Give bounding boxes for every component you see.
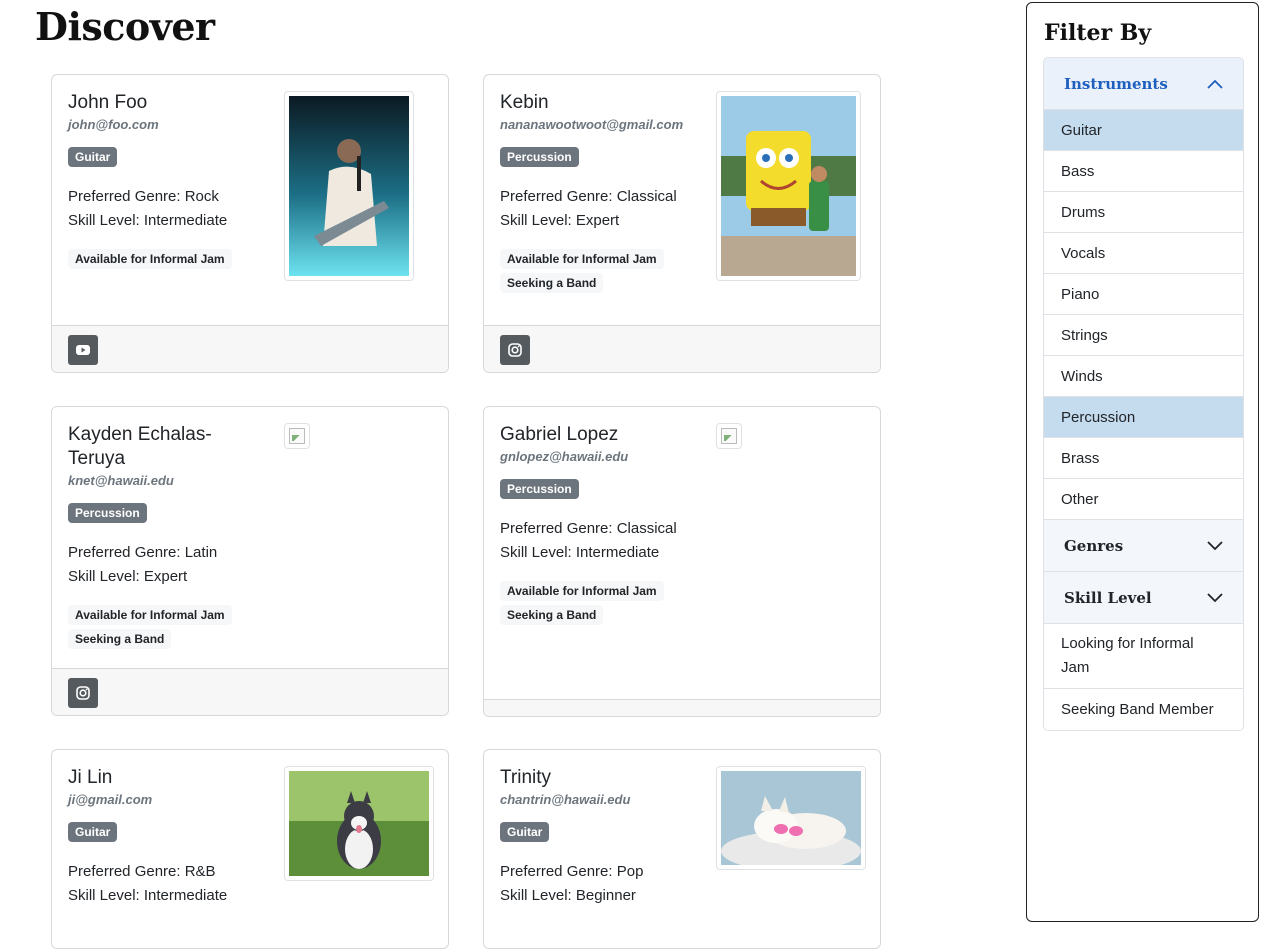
instagram-icon xyxy=(508,343,522,357)
musician-email: chantrin@hawaii.edu xyxy=(500,792,631,807)
filter-option-seeking-band[interactable]: Seeking Band Member xyxy=(1044,689,1243,730)
skill-level: Skill Level: Intermediate xyxy=(68,212,228,229)
instrument-option-piano[interactable]: Piano xyxy=(1044,274,1243,315)
skill-level: Skill Level: Intermediate xyxy=(68,887,228,904)
card-body: Kebin nananawootwoot@gmail.com Percussio… xyxy=(484,75,880,325)
instrument-option-other[interactable]: Other xyxy=(1044,479,1243,520)
card-body: Ji Lin ji@gmail.com Guitar Preferred Gen… xyxy=(52,750,448,920)
musician-name: Ji Lin xyxy=(68,767,113,788)
musician-email: knet@hawaii.edu xyxy=(68,473,174,488)
skill-level-label: Skill Level xyxy=(1064,588,1152,607)
card-body: Trinity chantrin@hawaii.edu Guitar Prefe… xyxy=(484,750,880,920)
instrument-option-strings[interactable]: Strings xyxy=(1044,315,1243,356)
chevron-down-icon xyxy=(1207,592,1223,602)
instrument-badge: Percussion xyxy=(500,147,579,167)
broken-image-icon xyxy=(289,428,305,444)
filter-panel: Filter By Instruments Guitar Bass Drums … xyxy=(1026,2,1259,922)
page-title: Discover xyxy=(35,4,215,49)
musician-card: Ji Lin ji@gmail.com Guitar Preferred Gen… xyxy=(51,749,449,949)
tag-informal-jam: Available for Informal Jam xyxy=(68,605,232,625)
preferred-genre: Preferred Genre: Pop xyxy=(500,863,644,880)
musician-name: John Foo xyxy=(68,92,148,113)
musician-name: Kebin xyxy=(500,92,549,113)
white-dog-sunglasses-photo xyxy=(721,771,861,865)
skill-level: Skill Level: Beginner xyxy=(500,887,636,904)
musician-name: Gabriel Lopez xyxy=(500,424,619,445)
filter-option-informal-jam[interactable]: Looking for Informal Jam xyxy=(1044,624,1243,689)
instrument-badge: Percussion xyxy=(68,503,147,523)
guitarist-photo xyxy=(289,96,409,276)
instrument-option-bass[interactable]: Bass xyxy=(1044,151,1243,192)
chevron-down-icon xyxy=(1207,540,1223,550)
instrument-option-drums[interactable]: Drums xyxy=(1044,192,1243,233)
card-footer xyxy=(52,325,448,372)
genres-accordion-header[interactable]: Genres xyxy=(1044,520,1243,572)
informal-jam-label: Looking for Informal Jam xyxy=(1061,635,1194,676)
instagram-button[interactable] xyxy=(68,678,98,708)
youtube-icon xyxy=(76,345,90,355)
musician-card: Kebin nananawootwoot@gmail.com Percussio… xyxy=(483,74,881,373)
card-footer xyxy=(52,668,448,715)
tag-seeking-band: Seeking a Band xyxy=(500,605,604,625)
card-body: Kayden Echalas-Teruya knet@hawaii.edu Pe… xyxy=(52,407,448,668)
preferred-genre: Preferred Genre: R&B xyxy=(68,863,216,880)
tag-informal-jam: Available for Informal Jam xyxy=(500,249,664,269)
musician-email: nananawootwoot@gmail.com xyxy=(500,117,684,132)
instrument-option-percussion[interactable]: Percussion xyxy=(1044,397,1243,438)
musician-name: Trinity xyxy=(500,767,552,788)
musician-name: Kayden Echalas-Teruya xyxy=(68,424,212,469)
genres-label: Genres xyxy=(1064,536,1124,555)
preferred-genre: Preferred Genre: Rock xyxy=(68,188,219,205)
profile-photo xyxy=(716,766,866,870)
musician-card: Trinity chantrin@hawaii.edu Guitar Prefe… xyxy=(483,749,881,949)
card-footer xyxy=(484,325,880,372)
skill-level: Skill Level: Expert xyxy=(500,212,620,229)
skill-level: Skill Level: Expert xyxy=(68,568,188,585)
instrument-badge: Percussion xyxy=(500,479,579,499)
instrument-option-winds[interactable]: Winds xyxy=(1044,356,1243,397)
preferred-genre: Preferred Genre: Latin xyxy=(68,544,218,561)
skill-level: Skill Level: Intermediate xyxy=(500,544,660,561)
instruments-accordion-header[interactable]: Instruments xyxy=(1044,58,1243,110)
preferred-genre: Preferred Genre: Classical xyxy=(500,188,677,205)
tag-informal-jam: Available for Informal Jam xyxy=(500,581,664,601)
card-body: John Foo john@foo.com Guitar Preferred G… xyxy=(52,75,448,325)
broken-image-icon xyxy=(721,428,737,444)
musician-email: gnlopez@hawaii.edu xyxy=(500,449,629,464)
instrument-badge: Guitar xyxy=(500,822,550,842)
musician-email: ji@gmail.com xyxy=(68,792,153,807)
tag-seeking-band: Seeking a Band xyxy=(68,629,172,649)
instruments-label: Instruments xyxy=(1064,74,1168,93)
musician-card: John Foo john@foo.com Guitar Preferred G… xyxy=(51,74,449,373)
instagram-button[interactable] xyxy=(500,335,530,365)
preferred-genre: Preferred Genre: Classical xyxy=(500,520,677,537)
instagram-icon xyxy=(76,686,90,700)
card-body: Gabriel Lopez gnlopez@hawaii.edu Percuss… xyxy=(484,407,880,699)
tag-informal-jam: Available for Informal Jam xyxy=(68,249,232,269)
tag-seeking-band: Seeking a Band xyxy=(500,273,604,293)
instrument-option-guitar[interactable]: Guitar xyxy=(1044,110,1243,151)
instrument-option-brass[interactable]: Brass xyxy=(1044,438,1243,479)
profile-photo xyxy=(284,766,434,881)
card-footer xyxy=(484,699,880,716)
husky-puppy-photo xyxy=(289,771,429,876)
spongebob-mascot-photo xyxy=(721,96,856,276)
profile-photo xyxy=(284,423,310,449)
instrument-badge: Guitar xyxy=(68,147,118,167)
profile-photo xyxy=(716,423,742,449)
profile-photo xyxy=(716,91,861,281)
youtube-button[interactable] xyxy=(68,335,98,365)
profile-photo xyxy=(284,91,414,281)
musician-card: Gabriel Lopez gnlopez@hawaii.edu Percuss… xyxy=(483,406,881,717)
musician-email: john@foo.com xyxy=(68,117,159,132)
instrument-badge: Guitar xyxy=(68,822,118,842)
filter-title: Filter By xyxy=(1044,20,1152,46)
skill-level-accordion-header[interactable]: Skill Level xyxy=(1044,572,1243,624)
musician-card: Kayden Echalas-Teruya knet@hawaii.edu Pe… xyxy=(51,406,449,716)
chevron-up-icon xyxy=(1207,79,1223,89)
filter-accordion: Instruments Guitar Bass Drums Vocals Pia… xyxy=(1043,57,1244,731)
instrument-option-vocals[interactable]: Vocals xyxy=(1044,233,1243,274)
